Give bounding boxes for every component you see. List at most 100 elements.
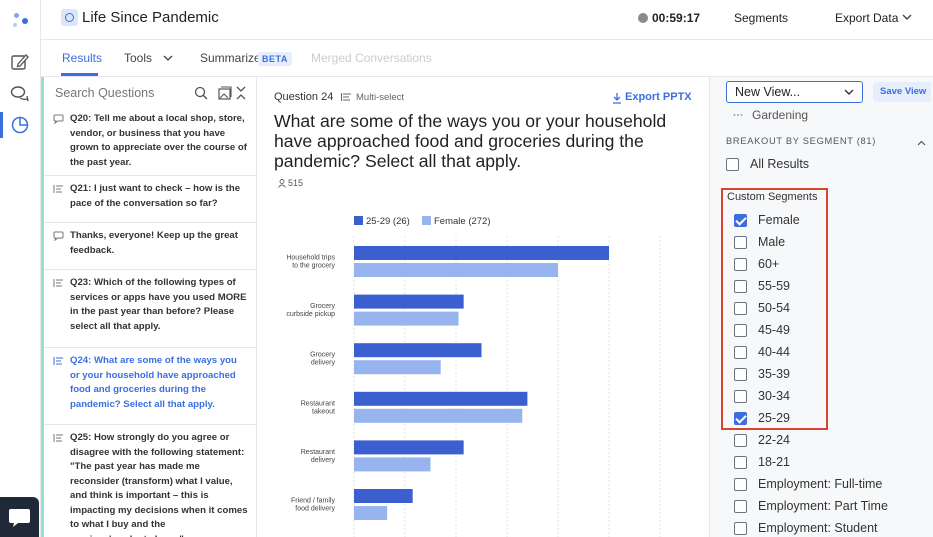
bar bbox=[354, 360, 441, 375]
view-select[interactable]: New View... bbox=[726, 81, 863, 103]
checkbox[interactable] bbox=[734, 236, 747, 249]
chevron-down-icon bbox=[844, 89, 854, 95]
checkbox-checked[interactable] bbox=[734, 412, 747, 425]
chevron-down-icon[interactable] bbox=[902, 13, 912, 21]
search-questions-input[interactable]: Search Questions bbox=[55, 86, 154, 100]
question-results: Question 24 Multi-select Export PPTX Wha… bbox=[258, 77, 709, 537]
segment-label: 40-44 bbox=[758, 345, 790, 359]
question-number: Question 24 bbox=[274, 91, 334, 103]
segment-label: Employment: Full-time bbox=[758, 477, 883, 491]
segments-button[interactable]: Segments bbox=[734, 11, 788, 25]
bar bbox=[354, 311, 459, 326]
list-icon bbox=[53, 185, 63, 193]
segment-label: Gardening bbox=[752, 108, 809, 122]
beta-badge: BETA bbox=[258, 52, 292, 66]
bar bbox=[354, 457, 431, 472]
segments-panel: New View... Save View Gardening BREAKOUT… bbox=[709, 77, 933, 537]
segment-label: Employment: Student bbox=[758, 521, 878, 535]
tab-tools[interactable]: Tools bbox=[124, 51, 152, 65]
question-type: Multi-select bbox=[356, 92, 405, 103]
support-chat-button[interactable] bbox=[0, 497, 39, 537]
checkbox[interactable] bbox=[734, 478, 747, 491]
export-data-button[interactable]: Export Data bbox=[835, 11, 898, 25]
segment-label: 25-29 bbox=[758, 411, 790, 425]
tab-summarize[interactable]: Summarize bbox=[200, 51, 261, 65]
checkbox[interactable] bbox=[734, 500, 747, 513]
segment-label: Employment: Part Time bbox=[758, 499, 888, 513]
session-timer: 00:59:17 bbox=[652, 11, 701, 25]
tab-results[interactable]: Results bbox=[62, 51, 102, 65]
more-icon bbox=[733, 114, 743, 116]
collapse-icon[interactable] bbox=[236, 86, 246, 100]
logo-icon[interactable] bbox=[9, 9, 31, 31]
category-label: Household trips to the grocery bbox=[286, 255, 335, 270]
list-icon bbox=[53, 279, 63, 287]
checkbox-checked[interactable] bbox=[734, 214, 747, 227]
bar bbox=[354, 440, 464, 455]
tab-bar: Results Tools Summarize BETA Merged Conv… bbox=[41, 40, 933, 77]
checkbox[interactable] bbox=[734, 456, 747, 469]
person-icon bbox=[278, 179, 286, 188]
bar bbox=[354, 506, 388, 520]
question-list-item[interactable]: Q20: Tell me about a local shop, store, … bbox=[44, 106, 257, 176]
download-icon[interactable] bbox=[612, 92, 622, 104]
active-indicator bbox=[0, 112, 3, 138]
custom-segments-title: Custom Segments bbox=[727, 191, 818, 203]
segment-label: 35-39 bbox=[758, 367, 790, 381]
bar bbox=[354, 343, 482, 358]
legend-swatch bbox=[422, 216, 431, 225]
category-label: Restaurant delivery bbox=[301, 449, 336, 464]
segment-label: Female bbox=[758, 213, 800, 227]
segment-label: 18-21 bbox=[758, 455, 790, 469]
tab-merged-conversations[interactable]: Merged Conversations bbox=[311, 51, 432, 65]
checkbox[interactable] bbox=[734, 434, 747, 447]
question-list-item[interactable]: Q25: How strongly do you agree or disagr… bbox=[44, 425, 257, 537]
checkbox[interactable] bbox=[734, 324, 747, 337]
category-label: Grocery delivery bbox=[310, 352, 335, 367]
checkbox[interactable] bbox=[734, 368, 747, 381]
view-select-value: New View... bbox=[735, 85, 801, 99]
question-list-item[interactable]: Thanks, everyone! Keep up the great feed… bbox=[44, 223, 257, 270]
project-title: Life Since Pandemic bbox=[82, 9, 219, 26]
image-gallery-icon[interactable] bbox=[218, 86, 232, 100]
bar bbox=[354, 294, 464, 309]
question-list-item[interactable]: Q21: I just want to check – how is the p… bbox=[44, 176, 257, 223]
checkbox-label: All Results bbox=[750, 157, 810, 171]
results-chart-icon[interactable] bbox=[10, 115, 30, 135]
save-view-button[interactable]: Save View bbox=[873, 82, 931, 102]
question-text: Thanks, everyone! Keep up the great feed… bbox=[70, 230, 238, 256]
chevron-down-icon[interactable] bbox=[163, 55, 173, 62]
checkbox[interactable] bbox=[734, 522, 747, 535]
left-rail bbox=[0, 0, 41, 537]
chat-bubble-icon bbox=[9, 509, 30, 527]
breakout-title: BREAKOUT BY SEGMENT (81) bbox=[726, 136, 877, 146]
list-icon bbox=[53, 434, 63, 442]
bar bbox=[354, 408, 523, 423]
checkbox[interactable] bbox=[734, 258, 747, 271]
chevron-up-icon[interactable] bbox=[917, 140, 926, 146]
export-pptx-button[interactable]: Export PPTX bbox=[625, 91, 692, 103]
top-header: Life Since Pandemic 00:59:17 Segments Ex… bbox=[41, 0, 933, 40]
legend-label: Female (272) bbox=[434, 216, 491, 227]
results-bar-chart: 25-29 (26) Female (272) Household trips to … bbox=[286, 216, 661, 537]
segment-label: 55-59 bbox=[758, 279, 790, 293]
edit-icon[interactable] bbox=[10, 52, 30, 72]
checkbox[interactable] bbox=[726, 158, 739, 171]
checkbox[interactable] bbox=[734, 302, 747, 315]
checkbox[interactable] bbox=[734, 390, 747, 403]
checkbox[interactable] bbox=[734, 346, 747, 359]
legend-label: 25-29 (26) bbox=[366, 216, 410, 227]
question-text: Q23: Which of the following types of ser… bbox=[70, 277, 247, 332]
list-icon bbox=[341, 93, 351, 101]
conversations-icon[interactable] bbox=[10, 84, 30, 104]
question-title: What are some of the ways you or your ho… bbox=[274, 111, 667, 171]
segment-label: 30-34 bbox=[758, 389, 790, 403]
question-text: Q25: How strongly do you agree or disagr… bbox=[70, 432, 248, 537]
chat-icon bbox=[53, 114, 64, 124]
save-view-label: Save View bbox=[880, 86, 927, 97]
list-icon bbox=[53, 357, 63, 365]
question-list-item[interactable]: Q23: Which of the following types of ser… bbox=[44, 270, 257, 348]
search-icon[interactable] bbox=[194, 86, 208, 100]
question-list-item-active[interactable]: Q24: What are some of the ways you or yo… bbox=[44, 348, 257, 425]
checkbox[interactable] bbox=[734, 280, 747, 293]
